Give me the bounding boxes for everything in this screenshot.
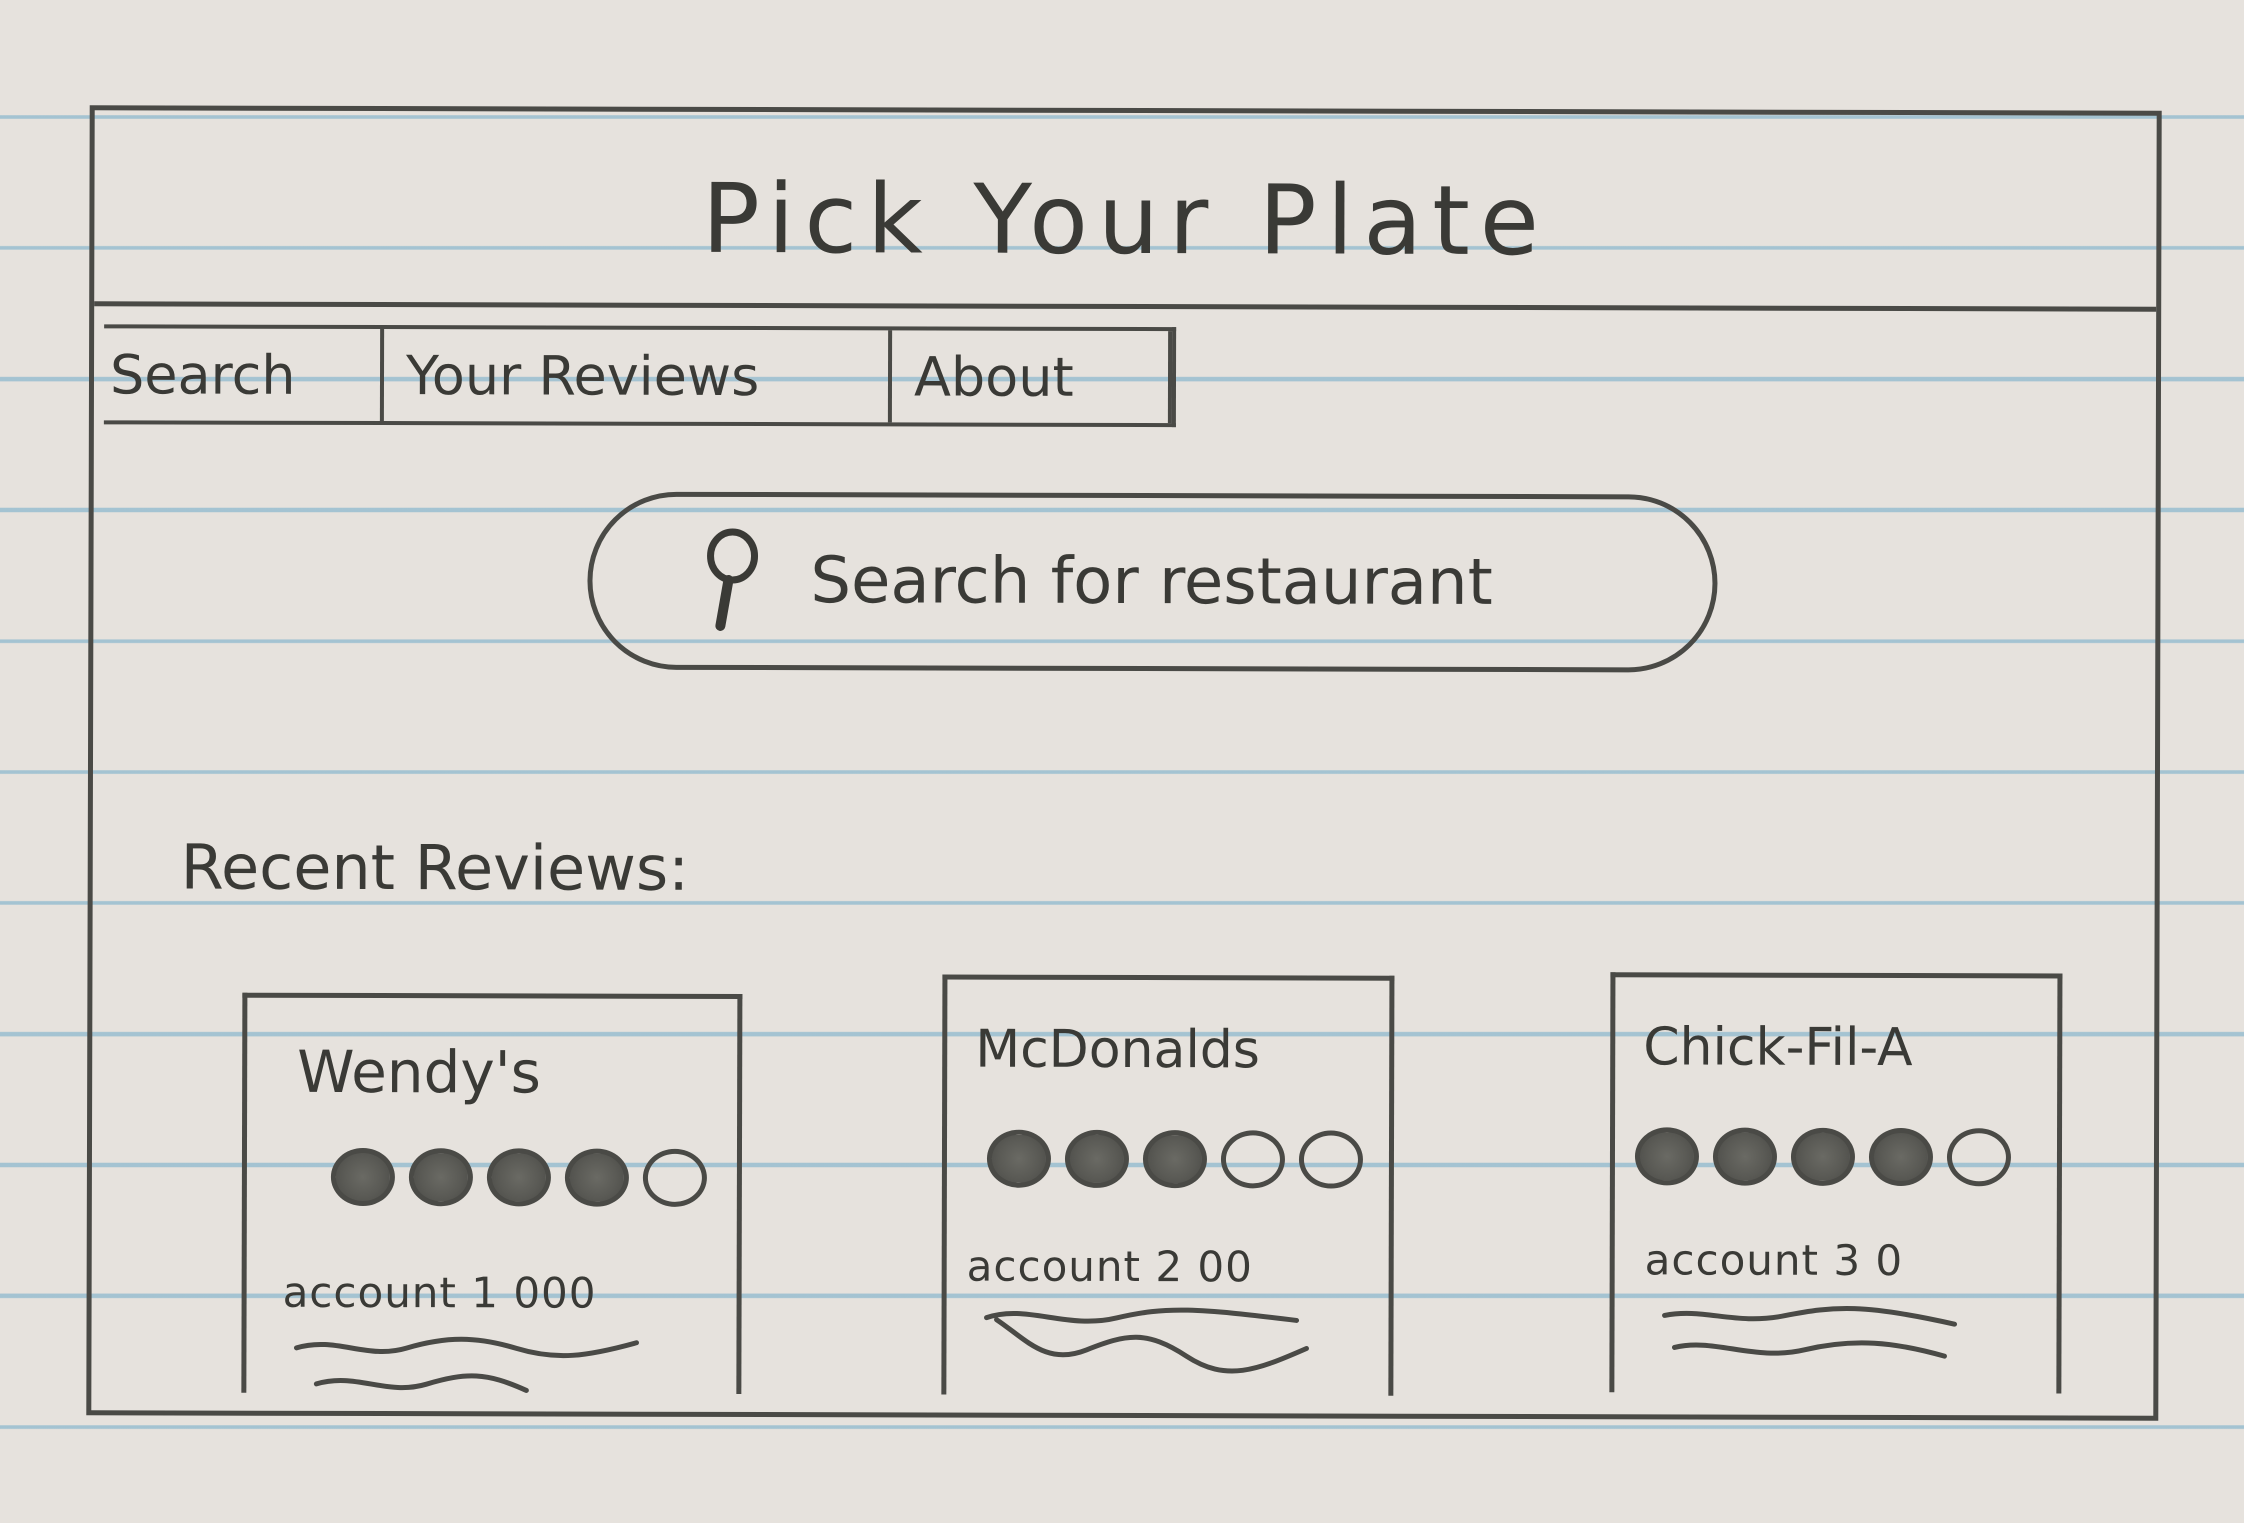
plate-filled-icon [1790,1127,1856,1186]
restaurant-name: McDonalds [975,1019,1261,1081]
review-card[interactable]: McDonalds account 2 00 [941,974,1395,1396]
plate-filled-icon [1868,1127,1934,1187]
plate-filled-icon [486,1148,551,1207]
restaurant-name: Wendy's [297,1037,541,1107]
tab-your-reviews[interactable]: Your Reviews [383,329,893,423]
plate-empty-icon [1220,1130,1286,1189]
tab-search[interactable]: Search [103,328,385,422]
plate-filled-icon [330,1147,395,1207]
reviewer-line: account 1 000 [283,1268,597,1318]
reviewer-line: account 2 00 [967,1242,1253,1292]
plate-filled-icon [1064,1129,1130,1189]
plate-rating [330,1147,707,1207]
review-card[interactable]: Wendy's account 1 000 [241,992,743,1395]
plate-rating [986,1129,1364,1189]
plate-filled-icon [1634,1127,1700,1186]
review-text-scribble [293,1336,639,1393]
plate-rating [1634,1127,2012,1187]
search-icon [707,528,759,631]
nav-tabs: Search Your Reviews About [103,324,1177,428]
plate-filled-icon [564,1148,629,1207]
review-text-scribble [1662,1306,1958,1359]
reviewer-extra: 000 [513,1268,597,1318]
plate-empty-icon [1298,1130,1364,1189]
app-title: Pick Your Plate [701,162,1550,277]
plate-empty-icon [642,1148,707,1207]
search-input[interactable] [810,544,1671,621]
reviewer-account: account 1 [282,1267,500,1318]
header: Pick Your Plate [94,110,2157,312]
plate-filled-icon [408,1148,473,1207]
search-bar[interactable] [587,491,1718,673]
reviewer-account: account 2 [966,1241,1184,1292]
app-window: Pick Your Plate Search Your Reviews Abou… [86,105,2162,1421]
reviewer-extra: 00 [1197,1242,1253,1292]
tab-about[interactable]: About [891,330,1173,424]
plate-empty-icon [1946,1128,2012,1187]
reviewer-line: account 3 0 [1645,1235,1904,1285]
plate-filled-icon [1142,1130,1208,1189]
review-card[interactable]: Chick-Fil-A account 3 0 [1609,972,2063,1394]
reviewer-account: account 3 [1644,1235,1862,1285]
plate-filled-icon [1712,1127,1778,1186]
restaurant-name: Chick-Fil-A [1643,1017,1913,1079]
review-text-scribble [984,1307,1309,1374]
reviewer-extra: 0 [1875,1235,1904,1286]
plate-filled-icon [986,1129,1052,1188]
recent-reviews-heading: Recent Reviews: [180,830,690,905]
